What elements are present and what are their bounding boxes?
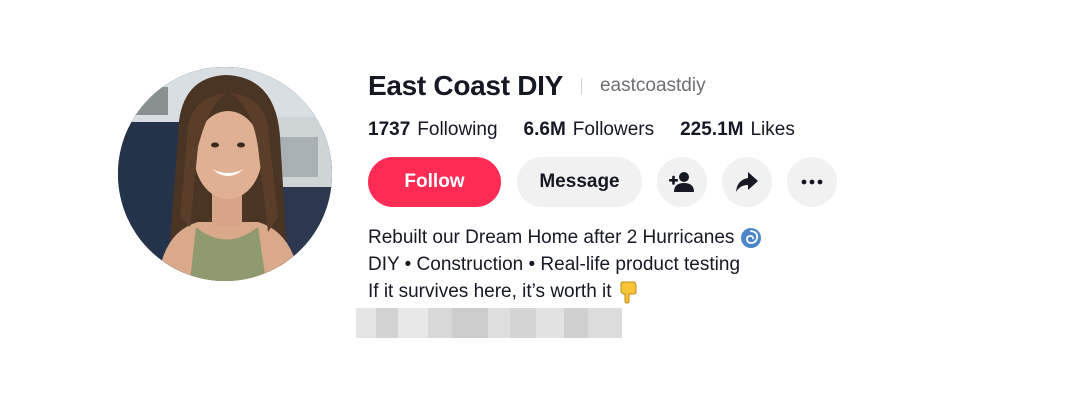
bio-line-3: If it survives here, it’s worth it bbox=[368, 281, 612, 302]
bio: Rebuilt our Dream Home after 2 Hurricane… bbox=[368, 224, 1028, 305]
bio-line-1: Rebuilt our Dream Home after 2 Hurricane… bbox=[368, 227, 735, 248]
bio-line: If it survives here, it’s worth it bbox=[368, 278, 1028, 305]
display-name: East Coast DIY bbox=[368, 70, 563, 101]
profile-header: East Coast DIY eastcoastdiy 1737 Followi… bbox=[0, 0, 1080, 408]
name-divider bbox=[580, 78, 582, 94]
cyclone-icon bbox=[741, 227, 762, 248]
likes-count: 225.1M bbox=[680, 119, 744, 140]
share-button[interactable] bbox=[722, 157, 772, 207]
following-label: Following bbox=[417, 119, 498, 140]
profile-info: East Coast DIY eastcoastdiy 1737 Followi… bbox=[368, 62, 1028, 305]
add-user-icon bbox=[669, 172, 694, 192]
avatar[interactable] bbox=[118, 67, 332, 281]
following-count: 1737 bbox=[368, 119, 411, 140]
bio-line: DIY • Construction • Real-life product t… bbox=[368, 251, 1028, 278]
profile-stats: 1737 Following 6.6M Followers 225.1M Lik… bbox=[368, 114, 1028, 146]
add-friend-button[interactable] bbox=[657, 157, 707, 207]
message-button[interactable]: Message bbox=[517, 157, 642, 207]
avatar-photo bbox=[118, 67, 332, 281]
more-horizontal-icon bbox=[801, 179, 823, 185]
bio-link-redacted bbox=[356, 308, 622, 338]
more-button[interactable] bbox=[787, 157, 837, 207]
follow-button[interactable]: Follow bbox=[368, 157, 501, 207]
share-arrow-icon bbox=[736, 172, 758, 192]
likes-stat: 225.1M Likes bbox=[680, 119, 795, 141]
followers-label: Followers bbox=[572, 119, 655, 140]
bio-line: Rebuilt our Dream Home after 2 Hurricane… bbox=[368, 224, 1028, 251]
profile-actions: Follow Message bbox=[368, 156, 1028, 208]
likes-label: Likes bbox=[750, 119, 795, 140]
following-stat[interactable]: 1737 Following bbox=[368, 119, 498, 141]
pointing-down-hand-icon bbox=[620, 281, 637, 304]
username: eastcoastdiy bbox=[599, 75, 706, 96]
followers-stat[interactable]: 6.6M Followers bbox=[524, 119, 655, 141]
followers-count: 6.6M bbox=[523, 119, 566, 140]
name-row: East Coast DIY eastcoastdiy bbox=[368, 62, 1028, 110]
bio-line-2: DIY • Construction • Real-life product t… bbox=[368, 254, 741, 275]
